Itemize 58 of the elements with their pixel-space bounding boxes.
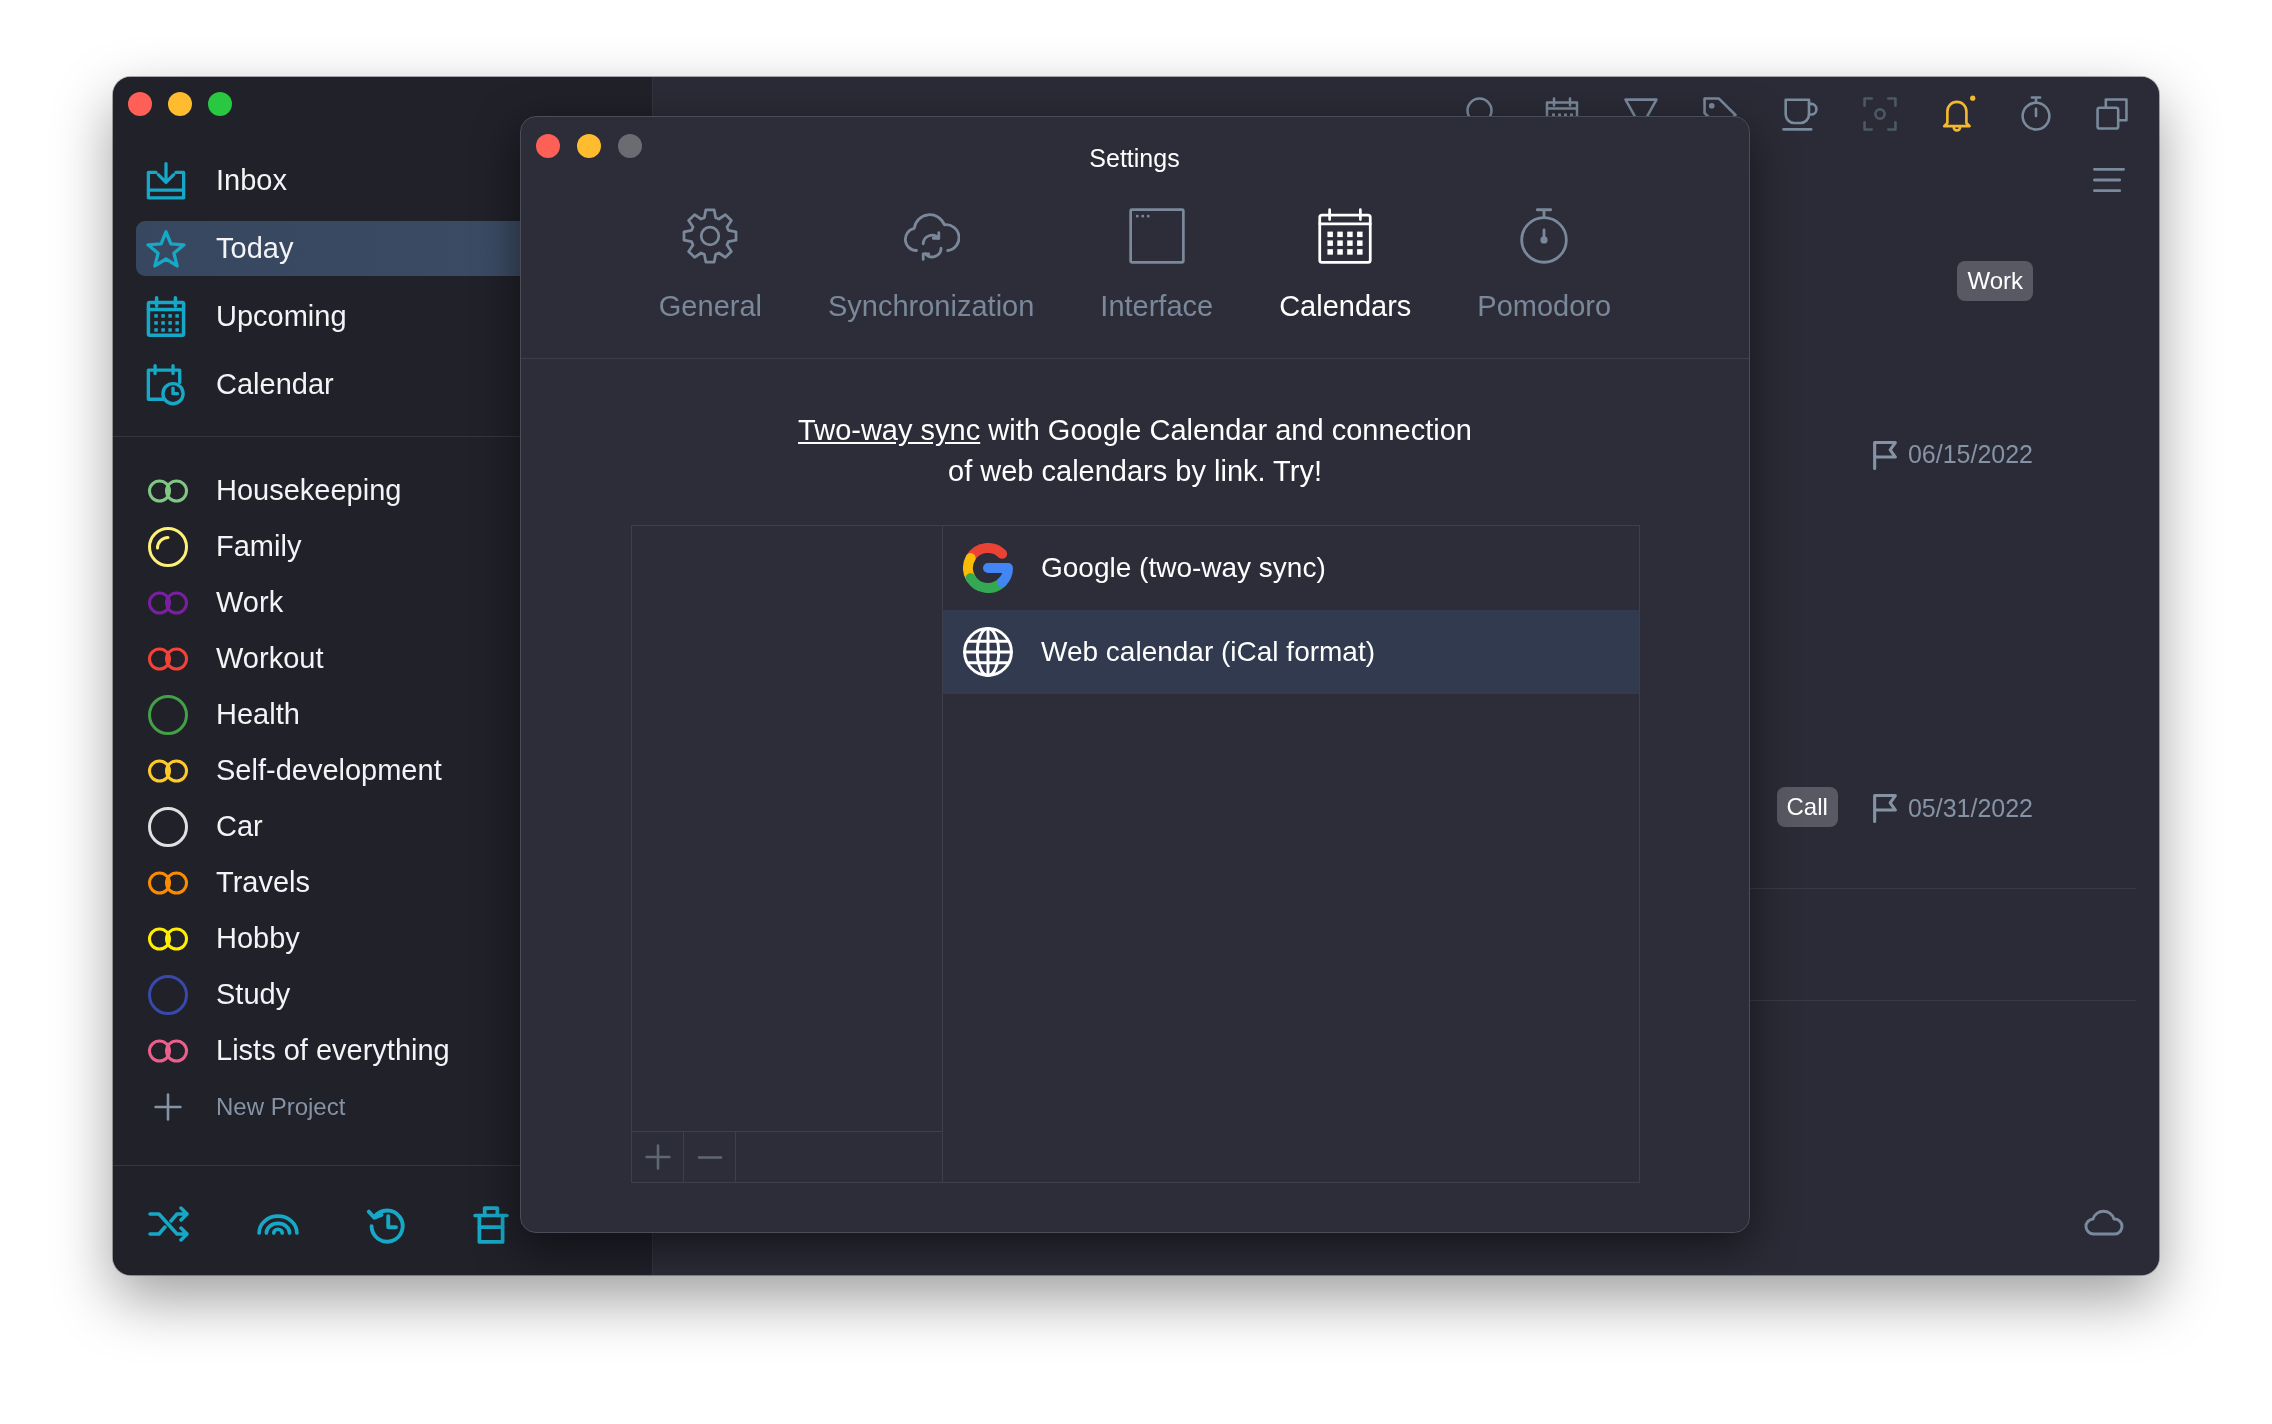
star-icon: [146, 229, 186, 268]
minimize-button[interactable]: [168, 92, 192, 116]
project-item[interactable]: Self-development: [148, 743, 652, 799]
rainbow-icon[interactable]: [257, 1214, 299, 1235]
sidebar-item[interactable]: Calendar: [136, 357, 629, 412]
cloud-icon[interactable]: [2084, 1208, 2124, 1236]
stopwatch-icon: [1520, 208, 1569, 264]
trash-icon[interactable]: [473, 1205, 509, 1244]
menu-icon[interactable]: [2093, 167, 2125, 193]
project-item[interactable]: Study: [148, 967, 652, 1023]
intro-text: Two-way sync with Google Calendar and connection of web calendars by link. Try!: [797, 413, 1473, 489]
settings-tab[interactable]: General: [648, 208, 772, 322]
bell-icon[interactable]: [1942, 95, 1976, 132]
project-item[interactable]: Work: [148, 575, 652, 631]
calendar-icon: [1318, 208, 1373, 264]
project-item[interactable]: Travels: [148, 855, 652, 911]
cup-icon[interactable]: [1782, 96, 1818, 131]
project-item[interactable]: Lists of everything: [148, 1023, 652, 1079]
copy-icon[interactable]: [2096, 97, 2128, 130]
globe-icon: [963, 627, 1013, 677]
project-item[interactable]: Hobby: [148, 911, 652, 967]
flag-icon: [1872, 440, 1897, 470]
settings-tab[interactable]: Pomodoro: [1467, 208, 1622, 322]
calendar-icon: [146, 296, 186, 337]
zoom-button[interactable]: [208, 92, 232, 116]
calendar-type-item[interactable]: Web calendar (iCal format): [943, 610, 1639, 694]
sidebar-item[interactable]: Upcoming: [136, 289, 629, 344]
stopwatch-icon[interactable]: [2021, 96, 2051, 131]
dialog-title: Settings: [1089, 144, 1180, 172]
calendar-type-item[interactable]: Google (two-way sync): [943, 526, 1639, 610]
settings-tab[interactable]: Calendars: [1269, 208, 1422, 322]
due-date: 05/31/2022: [1907, 792, 2033, 824]
tag-chip: Call: [1776, 787, 1838, 827]
project-item[interactable]: Housekeeping: [148, 463, 652, 519]
two-way-sync-link[interactable]: Two-way sync: [798, 414, 981, 446]
inbox-icon: [146, 161, 186, 200]
settings-tab[interactable]: Interface: [1090, 208, 1224, 322]
project-item[interactable]: Workout: [148, 631, 652, 687]
new-project-button[interactable]: New Project: [148, 1079, 652, 1135]
minimize-button[interactable]: [577, 134, 601, 158]
tag-chip: Work: [1957, 261, 2033, 301]
sidebar-item[interactable]: Inbox: [136, 153, 629, 208]
window-icon: [1128, 208, 1185, 264]
close-button[interactable]: [536, 134, 560, 158]
g-logo-icon: [963, 543, 1013, 593]
flag-icon: [1872, 793, 1897, 823]
gear-icon: [682, 208, 739, 264]
project-item[interactable]: Health: [148, 687, 652, 743]
close-button[interactable]: [128, 92, 152, 116]
plus-icon: [154, 1093, 182, 1121]
plus-icon: [644, 1144, 671, 1170]
calendar-clock-icon: [146, 363, 186, 406]
due-date: 06/15/2022: [1907, 439, 2033, 471]
settings-tab[interactable]: Synchronization: [818, 208, 1045, 322]
project-item[interactable]: Car: [148, 799, 652, 855]
shuffle-icon[interactable]: [148, 1205, 190, 1244]
project-item[interactable]: Family: [148, 519, 652, 575]
minus-icon: [696, 1155, 723, 1159]
